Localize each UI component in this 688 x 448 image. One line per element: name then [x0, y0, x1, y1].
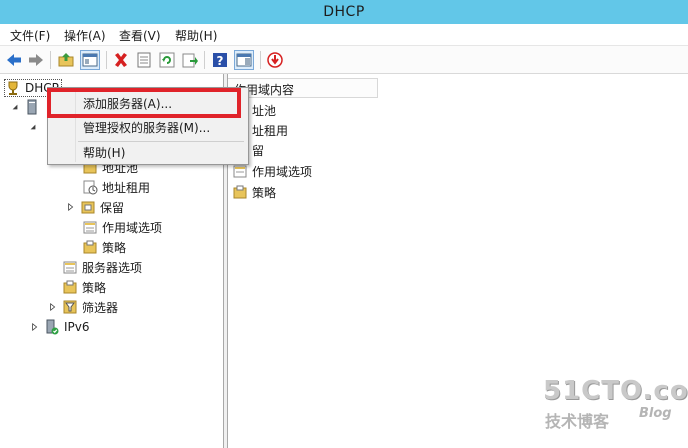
tree-node-address-leases[interactable]: 地址租用: [82, 178, 150, 196]
server-options-icon: [62, 259, 78, 275]
show-hide-tree-icon[interactable]: [80, 50, 100, 70]
tree-node-ipv4[interactable]: [28, 118, 42, 136]
collapse-arrow-icon[interactable]: [28, 122, 38, 132]
dhcp-icon: [5, 80, 21, 96]
toolbar-separator: [204, 51, 205, 69]
details-item-label: 址池: [252, 103, 277, 118]
tree-node-server-options[interactable]: 服务器选项: [62, 258, 142, 276]
toolbar: ?: [0, 46, 688, 74]
tree-node-policies-scope[interactable]: 策略: [82, 238, 126, 256]
details-item[interactable]: 策略: [232, 183, 276, 201]
toolbar-separator: [50, 51, 51, 69]
details-item-label: 策略: [252, 185, 277, 200]
context-menu-manage-authorized-servers[interactable]: 管理授权的服务器(M)...: [49, 116, 247, 138]
address-leases-icon: [82, 179, 98, 195]
tree-node-filters[interactable]: 筛选器: [48, 298, 118, 316]
download-icon[interactable]: [265, 50, 285, 70]
help-icon[interactable]: ?: [210, 50, 230, 70]
forward-arrow-icon[interactable]: [26, 50, 46, 70]
expand-arrow-icon[interactable]: [66, 202, 76, 212]
context-menu-help[interactable]: 帮助(H): [49, 141, 247, 163]
menu-view[interactable]: 查看(V): [119, 27, 161, 44]
properties-icon[interactable]: [134, 50, 154, 70]
watermark-subtitle: 技术博客: [545, 412, 610, 431]
collapse-arrow-icon[interactable]: [10, 102, 20, 112]
tree-node-label: 作用域选项: [102, 220, 163, 235]
details-item-label: 址租用: [252, 123, 289, 138]
window-title: DHCP: [323, 4, 365, 20]
details-item-label: 留: [252, 143, 265, 158]
menu-bar: 文件(F) 操作(A) 查看(V) 帮助(H): [0, 24, 688, 46]
server-icon: [24, 99, 40, 115]
delete-icon[interactable]: [111, 50, 131, 70]
annotation-highlight-box: [47, 88, 241, 118]
scope-options-icon: [232, 163, 248, 179]
menu-file[interactable]: 文件(F): [10, 27, 50, 44]
tree-node-label: 保留: [100, 200, 125, 215]
tree-node-reservations[interactable]: 保留: [66, 198, 124, 216]
ipv6-icon: [44, 319, 60, 335]
title-bar: DHCP: [0, 0, 688, 24]
toolbar-separator: [106, 51, 107, 69]
back-arrow-icon[interactable]: [4, 50, 24, 70]
tree-node-label: IPv6: [64, 320, 90, 334]
toolbar-separator: [260, 51, 261, 69]
tree-node-label: 策略: [102, 240, 127, 255]
policies-icon: [82, 239, 98, 255]
watermark-site: 51CTO.com: [543, 376, 688, 406]
menu-action[interactable]: 操作(A): [64, 27, 106, 44]
watermark-blog: Blog: [639, 406, 672, 421]
action-pane-icon[interactable]: [234, 50, 254, 70]
column-header[interactable]: 作用域内容: [228, 78, 378, 98]
policies-icon: [232, 184, 248, 200]
filter-icon: [62, 299, 78, 315]
tree-node-policies-server[interactable]: 策略: [62, 278, 106, 296]
menu-help[interactable]: 帮助(H): [175, 27, 217, 44]
scope-options-icon: [82, 219, 98, 235]
tree-node-label: 地址租用: [102, 180, 151, 195]
expand-arrow-icon[interactable]: [48, 302, 58, 312]
reservations-icon: [80, 199, 96, 215]
export-list-icon[interactable]: [180, 50, 200, 70]
tree-node-label: 筛选器: [82, 300, 119, 315]
svg-text:?: ?: [217, 54, 224, 68]
tree-node-server[interactable]: [10, 98, 44, 116]
tree-node-label: 服务器选项: [82, 260, 143, 275]
up-folder-icon[interactable]: [56, 50, 76, 70]
policies-icon: [62, 279, 78, 295]
refresh-icon[interactable]: [157, 50, 177, 70]
details-item-label: 作用域选项: [252, 164, 313, 179]
watermark: 51CTO.com 技术博客 Blog: [543, 376, 688, 440]
tree-node-label: 策略: [82, 280, 107, 295]
expand-arrow-icon[interactable]: [30, 322, 40, 332]
tree-node-scope-options[interactable]: 作用域选项: [82, 218, 162, 236]
tree-node-ipv6[interactable]: IPv6: [30, 318, 90, 336]
